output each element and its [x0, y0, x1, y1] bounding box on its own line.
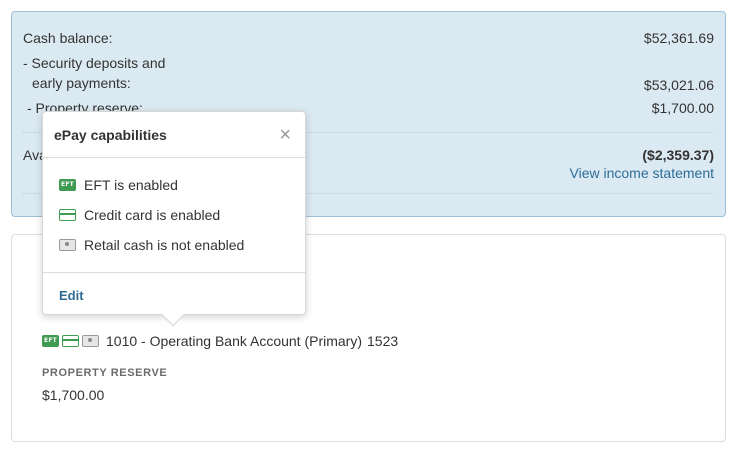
credit-card-icon — [59, 209, 76, 221]
cash-balance-value: $52,361.69 — [643, 30, 714, 46]
property-reserve-amount: $1,700.00 — [42, 387, 105, 403]
credit-card-icon[interactable] — [62, 335, 79, 347]
close-icon[interactable]: × — [279, 125, 291, 145]
view-income-statement-link[interactable]: View income statement — [570, 165, 714, 181]
cash-balance-label: Cash balance: — [23, 30, 113, 46]
security-deposits-value: $53,021.06 — [643, 77, 714, 93]
epay-capabilities-popover: ePay capabilities × EFT EFT is enabled C… — [42, 111, 306, 327]
capability-retail-cash: Retail cash is not enabled — [59, 237, 244, 253]
eft-icon: EFT — [59, 179, 76, 191]
capability-eft: EFT EFT is enabled — [59, 177, 178, 193]
security-deposits-label: - Security deposits and — [23, 55, 166, 71]
cash-icon[interactable] — [82, 335, 99, 347]
popover-title: ePay capabilities — [54, 127, 167, 143]
cash-icon — [59, 239, 76, 251]
property-reserve-heading: PROPERTY RESERVE — [42, 367, 168, 379]
security-deposits-row: - Security deposits and early payments: … — [23, 53, 714, 95]
bank-account-number: 1523 — [367, 333, 399, 349]
bank-account-name: 1010 - Operating Bank Account (Primary) — [106, 333, 363, 349]
capability-credit-card-text: Credit card is enabled — [84, 207, 221, 223]
security-deposits-label-line2: early payments: — [32, 75, 131, 91]
capability-credit-card: Credit card is enabled — [59, 207, 220, 223]
bank-account-line: EFT 1010 - Operating Bank Account (Prima… — [42, 331, 398, 351]
cash-balance-row: Cash balance: $52,361.69 — [23, 28, 714, 48]
capability-eft-text: EFT is enabled — [84, 177, 178, 193]
edit-link[interactable]: Edit — [59, 288, 84, 303]
property-reserve-value: $1,700.00 — [651, 100, 714, 116]
available-value: ($2,359.37) — [642, 147, 714, 163]
popover-footer-divider — [43, 272, 305, 273]
capability-retail-cash-text: Retail cash is not enabled — [84, 237, 245, 253]
eft-icon[interactable]: EFT — [42, 335, 59, 347]
popover-header: ePay capabilities × — [43, 112, 305, 158]
